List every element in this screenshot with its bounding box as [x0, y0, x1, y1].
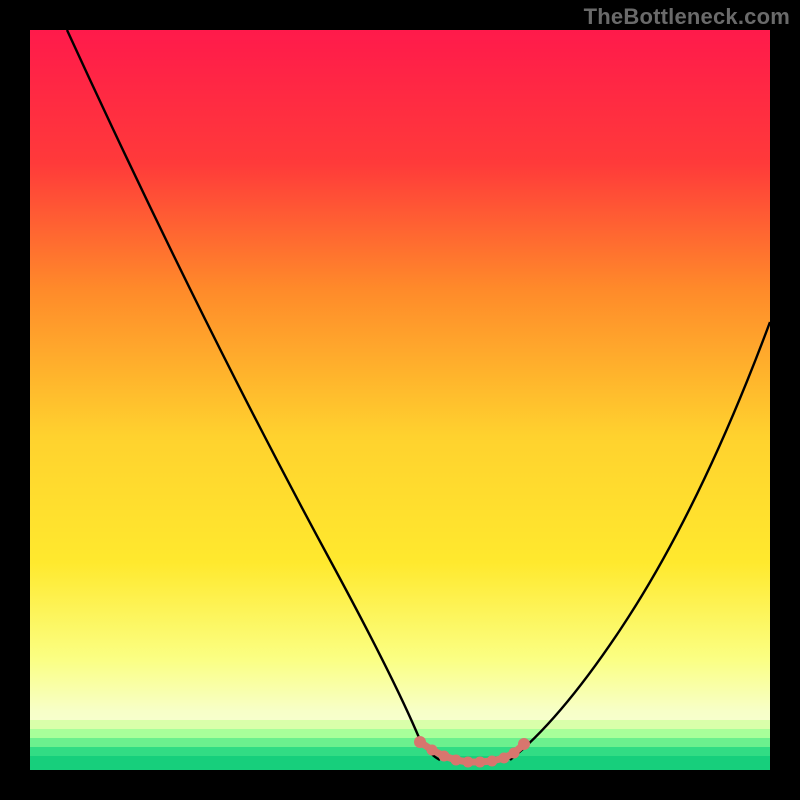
watermark-text: TheBottleneck.com — [584, 4, 790, 30]
chart-container: TheBottleneck.com — [0, 0, 800, 800]
bottleneck-chart-svg — [0, 0, 800, 800]
plot-gradient-bg — [30, 30, 770, 770]
bottom-stripes — [30, 720, 770, 770]
